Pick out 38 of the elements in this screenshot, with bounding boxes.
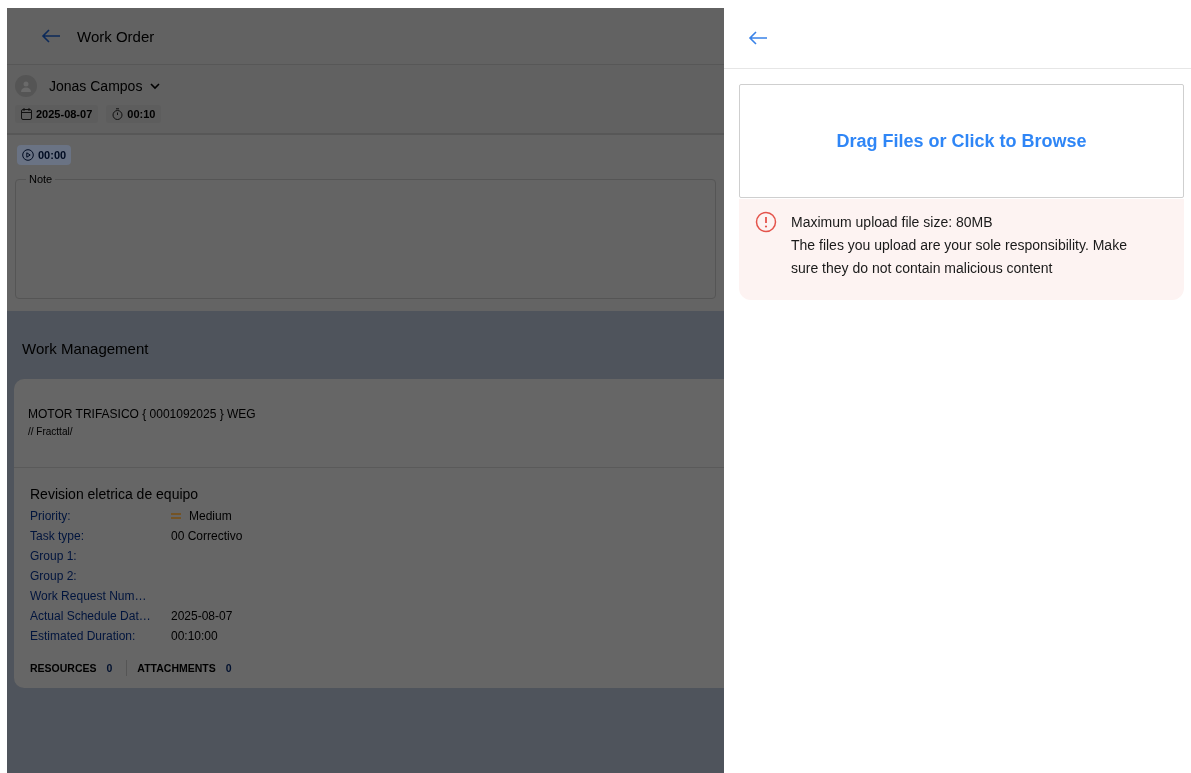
- field-label: Task type:: [30, 529, 86, 543]
- back-arrow-icon: [41, 29, 61, 43]
- notice-text: Maximum upload file size: 80MB: [791, 213, 994, 232]
- user-name: Jonas Campos: [49, 78, 143, 94]
- duration-chip: 00:10: [106, 105, 162, 123]
- field-label: Estimated Duration:: [30, 629, 137, 643]
- page-title: Work Order: [77, 27, 155, 45]
- calendar-icon: [21, 108, 32, 120]
- back-button[interactable]: [41, 29, 61, 43]
- back-arrow-icon: [748, 31, 768, 45]
- field-value: 00:10:00: [171, 629, 219, 643]
- field-value: Medium: [189, 509, 232, 523]
- notice-text: The files you upload are your sole responsibility. Make sure they do not contain malicious content: [791, 236, 1128, 278]
- chevron-down-icon[interactable]: [150, 82, 161, 90]
- priority-medium-icon: [171, 513, 181, 519]
- field-value: 2025-08-07: [171, 609, 234, 623]
- asset-name: MOTOR TRIFASICO { 0001092025 } WEG: [28, 407, 257, 421]
- field-label: Priority:: [30, 509, 72, 523]
- timer-button[interactable]: 00:00: [17, 145, 72, 165]
- section-title: Work Management: [21, 338, 150, 359]
- asset-path: // Fracttal/: [28, 426, 74, 437]
- counter-tab[interactable]: RESOURCES: [30, 662, 97, 674]
- date-chip: 2025-08-07: [15, 105, 99, 123]
- counter-tab[interactable]: ATTACHMENTS: [137, 662, 216, 674]
- field-label: Group 1:: [30, 549, 78, 563]
- field-label: Group 2:: [30, 569, 78, 583]
- alert-icon: [755, 211, 777, 233]
- stopwatch-icon: [112, 108, 124, 120]
- field-label: Work Request Num…: [30, 589, 148, 603]
- file-dropzone[interactable]: Drag Files or Click to Browse: [739, 84, 1184, 198]
- field-value: 00 Correctivo: [171, 529, 244, 543]
- note-field[interactable]: Note: [15, 173, 716, 299]
- counter-count: 0: [106, 662, 113, 674]
- play-icon: [22, 149, 34, 161]
- back-button[interactable]: [748, 31, 768, 45]
- field-label: Actual Schedule Dat…: [30, 609, 152, 623]
- task-title: Revision eletrica de equipo: [30, 486, 200, 502]
- counter-count: 0: [225, 662, 232, 674]
